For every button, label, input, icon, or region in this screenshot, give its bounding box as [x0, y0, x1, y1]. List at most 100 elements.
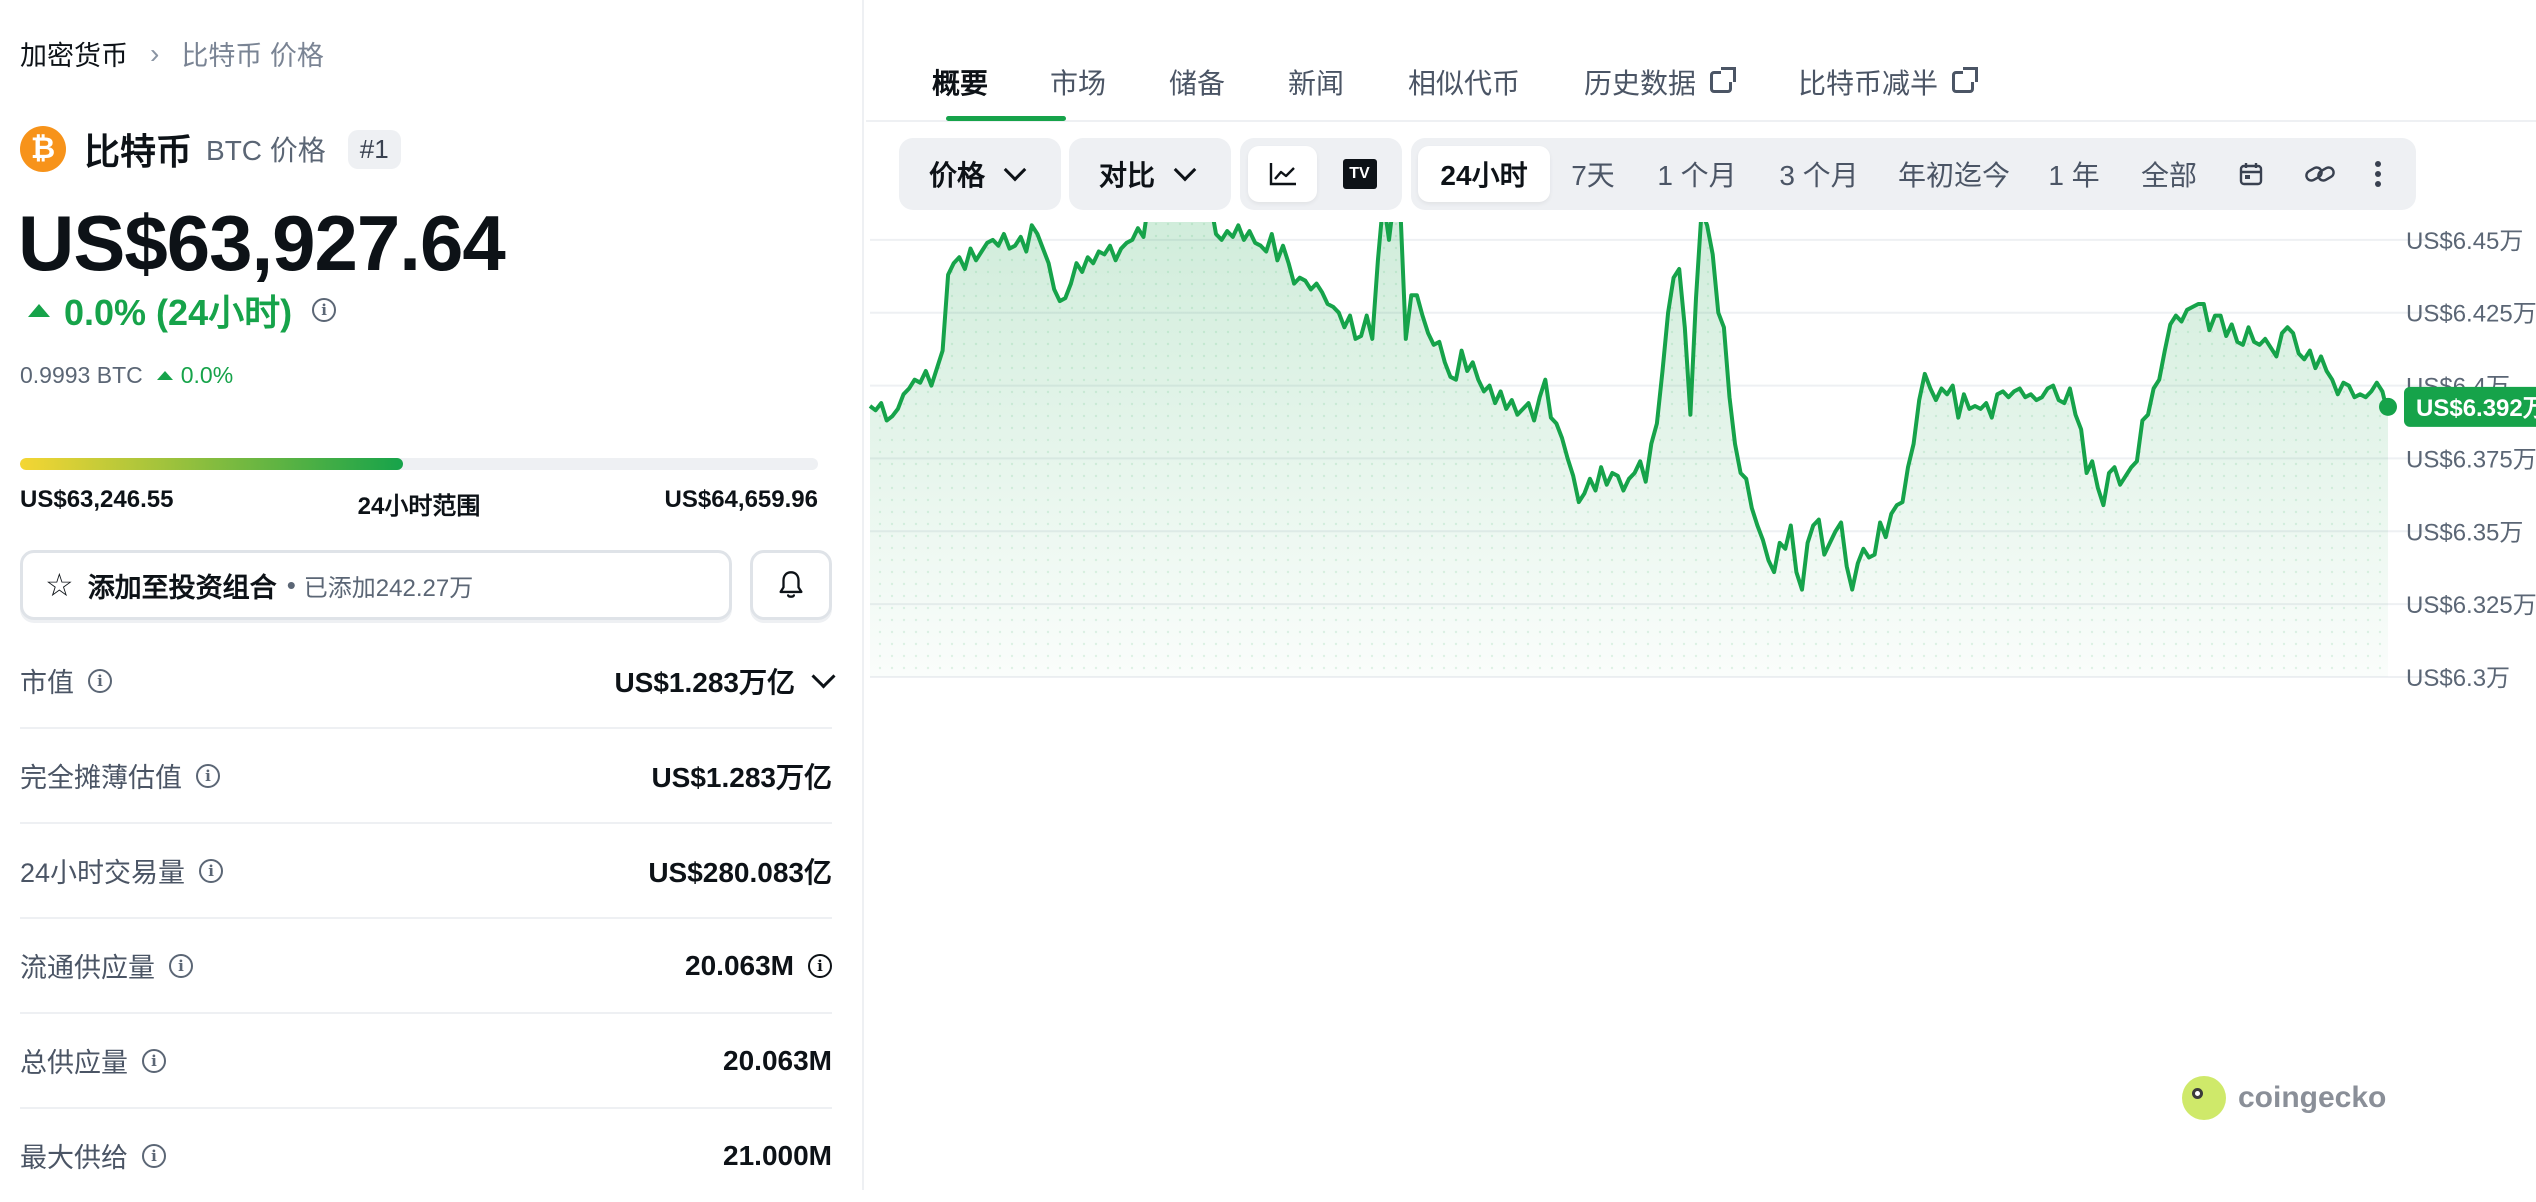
y-axis-tick-label: US$6.3万	[2406, 665, 2510, 692]
range-ytd[interactable]: 年初迄今	[1880, 146, 2028, 202]
stat-label: 总供应量	[20, 1048, 128, 1078]
current-price-tag-text: US$6.392万	[2416, 395, 2536, 422]
stat-label: 市值	[20, 668, 74, 698]
info-icon[interactable]: i	[312, 298, 337, 322]
range-3m[interactable]: 3 个月	[1758, 146, 1880, 202]
stats-list: 市值 i US$1.283万亿 完全摊薄估值 i US$1.283万亿 24小时交易…	[20, 634, 836, 1202]
stat-value: 21.000M	[723, 1139, 832, 1171]
range-label: 24小时范围	[357, 493, 481, 520]
price-area-texture	[870, 222, 2388, 677]
chevron-down-icon	[1173, 158, 1197, 182]
info-icon[interactable]: i	[808, 953, 832, 978]
btc-value: 0.9993 BTC	[20, 362, 143, 388]
price-dropdown[interactable]: 价格	[899, 138, 1061, 210]
chevron-down-icon	[1003, 158, 1027, 182]
star-icon: ☆	[45, 567, 74, 603]
stat-value: 20.063M	[723, 1044, 832, 1076]
link-icon	[2305, 166, 2335, 182]
portfolio-separator: •	[286, 569, 296, 600]
more-options-button[interactable]	[2356, 146, 2400, 202]
breadcrumb-current: 比特币 价格	[181, 41, 324, 71]
rank-badge: #1	[347, 129, 401, 169]
tab-label: 比特币减半	[1798, 68, 1939, 99]
chart-type-toggle: TV	[1240, 138, 1402, 210]
tab-news[interactable]: 新闻	[1288, 62, 1344, 102]
compare-dropdown[interactable]: 对比	[1069, 138, 1231, 210]
range-labels: US$63,246.55 24小时范围 US$64,659.96	[20, 486, 818, 521]
add-to-portfolio-button[interactable]: ☆ 添加至投资组合 • 已添加242.27万	[20, 550, 732, 620]
range-24h[interactable]: 24小时	[1418, 146, 1550, 202]
stat-circulating-supply: 流通供应量 i 20.063M i	[20, 919, 832, 1014]
range-bar	[20, 458, 818, 470]
line-chart-icon	[1269, 163, 1296, 186]
tab-halving[interactable]: 比特币减半	[1798, 62, 1979, 102]
bitcoin-logo-icon: ₿	[20, 126, 66, 172]
info-icon[interactable]: i	[142, 1048, 166, 1073]
breadcrumb-root[interactable]: 加密货币	[20, 34, 128, 73]
range-bar-fill	[20, 458, 404, 470]
compare-dropdown-label: 对比	[1099, 160, 1156, 191]
portfolio-added-count: 已添加242.27万	[303, 574, 474, 602]
stat-label: 完全摊薄估值	[20, 763, 182, 793]
stat-fdv: 完全摊薄估值 i US$1.283万亿	[20, 729, 832, 824]
coin-subtitle: BTC 价格	[206, 135, 326, 166]
chevron-right-icon: ›	[150, 37, 160, 69]
more-vertical-icon	[2375, 161, 2381, 187]
tab-label: 历史数据	[1584, 68, 1697, 99]
info-icon[interactable]: i	[142, 1143, 166, 1168]
share-link-button[interactable]	[2284, 146, 2356, 202]
btc-conversion: 0.9993 BTC 0.0%	[20, 362, 233, 389]
range-7d[interactable]: 7天	[1550, 146, 1636, 202]
tab-markets[interactable]: 市场	[1050, 62, 1106, 102]
stat-value: US$280.083亿	[648, 856, 832, 888]
line-chart-button[interactable]	[1248, 146, 1317, 202]
breadcrumb: 加密货币 › 比特币 价格	[20, 34, 324, 73]
calendar-button[interactable]	[2218, 146, 2284, 202]
current-price-tag: US$6.392万	[2404, 386, 2536, 427]
stat-label: 24小时交易量	[20, 858, 186, 888]
tab-overview[interactable]: 概要	[932, 62, 988, 102]
price-alert-button[interactable]	[750, 550, 832, 620]
btc-change-text: 0.0%	[180, 362, 234, 388]
stat-value-wrap[interactable]: US$1.283万亿	[614, 661, 836, 701]
stat-market-cap: 市值 i US$1.283万亿	[20, 634, 836, 729]
coingecko-logo-icon	[2182, 1076, 2226, 1120]
info-icon[interactable]: i	[169, 953, 193, 978]
y-axis-tick-label: US$6.45万	[2406, 228, 2523, 255]
active-tab-indicator	[946, 116, 1066, 121]
range-toolbar: 24小时 7天 1 个月 3 个月 年初迄今 1 年 全部	[1411, 138, 2416, 210]
stat-value: US$1.283万亿	[651, 761, 832, 793]
tab-similar-coins[interactable]: 相似代币	[1408, 62, 1520, 102]
watermark-text: coingecko	[2238, 1081, 2387, 1114]
bell-icon	[779, 571, 803, 598]
y-axis-tick-label: US$6.425万	[2406, 301, 2536, 328]
external-link-icon	[1952, 67, 1979, 93]
current-price: US$63,927.64	[18, 199, 506, 287]
range-1m[interactable]: 1 个月	[1636, 146, 1758, 202]
y-axis-tick-label: US$6.35万	[2406, 519, 2523, 546]
info-icon[interactable]: i	[88, 668, 112, 693]
stat-value: 20.063M	[685, 949, 794, 981]
price-dropdown-label: 价格	[929, 160, 986, 191]
tab-historical-data[interactable]: 历史数据	[1584, 62, 1737, 102]
price-change-24h: 0.0% (24小时) i	[28, 284, 337, 336]
info-icon[interactable]: i	[199, 858, 224, 883]
y-axis-tick-label: US$6.375万	[2406, 446, 2536, 473]
tradingview-button[interactable]: TV	[1325, 146, 1394, 202]
stat-label: 最大供给	[20, 1143, 128, 1173]
range-all[interactable]: 全部	[2120, 146, 2218, 202]
y-axis-labels: US$6.475万US$6.45万US$6.425万US$6.4万US$6.37…	[2406, 228, 2536, 692]
portfolio-label: 添加至投资组合	[87, 572, 277, 603]
range-1y[interactable]: 1 年	[2028, 146, 2120, 202]
chevron-down-icon	[811, 664, 836, 689]
coin-overview-panel: 加密货币 › 比特币 价格 ₿ 比特币 BTC 价格 #1 US$63,927.…	[0, 0, 864, 1190]
y-axis-tick-label: US$6.325万	[2406, 592, 2536, 619]
stat-max-supply: 最大供给 i 21.000M	[20, 1109, 832, 1202]
info-icon[interactable]: i	[196, 763, 220, 788]
tab-reserves[interactable]: 储备	[1169, 62, 1225, 102]
calendar-icon	[2239, 163, 2263, 186]
coin-tabs: 概要 市场 储备 新闻 相似代币 历史数据 比特币减半	[866, 0, 2536, 122]
range-low: US$63,246.55	[20, 486, 174, 513]
arrow-up-icon	[28, 303, 50, 317]
price-chart[interactable]: US$6.475万US$6.45万US$6.425万US$6.4万US$6.37…	[866, 222, 2536, 1122]
